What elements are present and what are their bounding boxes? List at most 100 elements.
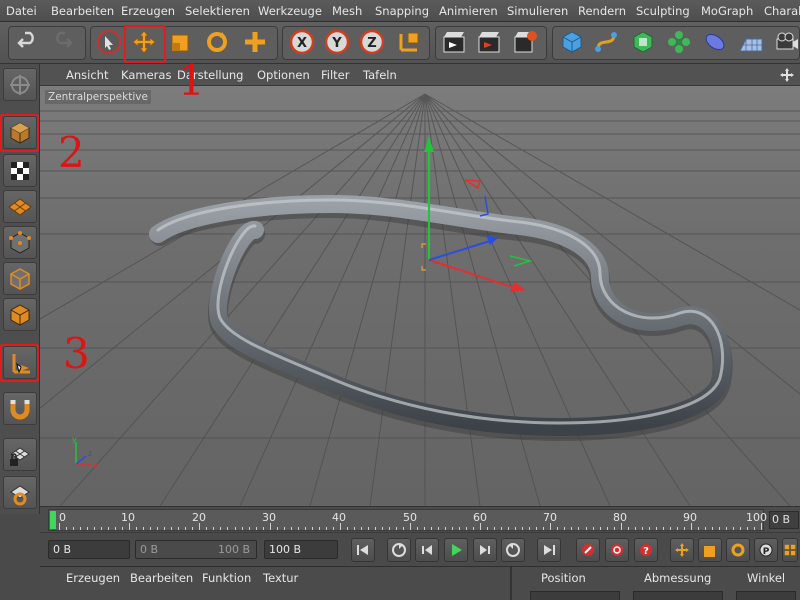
3d-viewport[interactable]: y x z Zentralperspektive: [40, 86, 800, 506]
deformer-icon[interactable]: [700, 27, 730, 57]
menu-rendern[interactable]: Rendern: [578, 4, 626, 18]
menu-bearbeiten[interactable]: Bearbeiten: [51, 4, 114, 18]
material-menu-funktion[interactable]: Funktion: [202, 571, 251, 585]
timeline-playhead[interactable]: [50, 511, 56, 529]
menu-mesh[interactable]: Mesh: [332, 4, 362, 18]
menu-mograph[interactable]: MoGraph: [701, 4, 753, 18]
previous-key-button[interactable]: [387, 538, 411, 562]
workplane-mode-icon[interactable]: [3, 190, 37, 223]
end-frame-field[interactable]: 100 B: [264, 540, 338, 559]
menu-animieren[interactable]: Animieren: [439, 4, 498, 18]
previous-frame-button[interactable]: [415, 538, 439, 562]
floor-icon[interactable]: [736, 27, 766, 57]
x-axis-arrow[interactable]: [510, 282, 526, 292]
svg-text:y: y: [72, 435, 77, 444]
menu-snapping[interactable]: Snapping: [375, 4, 429, 18]
go-to-end-button[interactable]: [537, 538, 561, 562]
material-menu-bearbeiten[interactable]: Bearbeiten: [130, 571, 193, 585]
redo-icon[interactable]: [47, 27, 77, 57]
start-frame-field[interactable]: 0 B: [48, 540, 130, 559]
current-frame-field[interactable]: 0 B: [769, 511, 799, 529]
menu-selektieren[interactable]: Selektieren: [185, 4, 250, 18]
keyframe-selection-button[interactable]: ?: [634, 538, 658, 562]
svg-text:z: z: [88, 449, 92, 458]
render-picture-icon[interactable]: [474, 27, 504, 57]
coord-size-x-field[interactable]: [633, 591, 723, 600]
key-scale-button[interactable]: [698, 538, 722, 562]
timeline-tick: [613, 527, 615, 530]
frame-range-slider[interactable]: 0 B 100 B: [135, 540, 257, 559]
polygons-mode-icon[interactable]: [3, 298, 37, 331]
viewport-menu-optionen[interactable]: Optionen: [257, 68, 310, 82]
timeline-tick: [402, 527, 404, 530]
nurbs-icon[interactable]: [628, 27, 658, 57]
coordinate-system-icon[interactable]: [394, 27, 424, 57]
y-axis-lock-icon[interactable]: Y: [322, 27, 352, 57]
timeline-ruler[interactable]: 0 10 20 30 40 50 60 70 80 90 100: [48, 509, 767, 531]
axis-mode-icon[interactable]: [3, 346, 37, 379]
viewport-menu-kameras[interactable]: Kameras: [121, 68, 171, 82]
rotate-icon[interactable]: [202, 27, 232, 57]
material-menu-erzeugen[interactable]: Erzeugen: [66, 571, 120, 585]
key-parameter-button[interactable]: P: [754, 538, 778, 562]
timeline-tick: [571, 527, 573, 530]
autokey-button[interactable]: [605, 538, 629, 562]
viewport-menu-tafeln[interactable]: Tafeln: [363, 68, 397, 82]
viewport-move-icon[interactable]: [780, 68, 794, 82]
mograph-cloner-icon[interactable]: [664, 27, 694, 57]
transport-bar: 0 B 0 B 100 B 100 B ? P: [40, 532, 800, 566]
main-toolbar: X Y Z: [0, 22, 800, 64]
select-arrow-icon[interactable]: [94, 27, 124, 57]
menu-sculpting[interactable]: Sculpting: [636, 4, 690, 18]
play-button[interactable]: [444, 538, 468, 562]
rotation-handle-red[interactable]: [464, 179, 481, 190]
make-editable-icon[interactable]: [3, 68, 37, 101]
scale-icon[interactable]: [166, 27, 196, 57]
timeline-tick: [388, 527, 390, 530]
timeline-tick: [276, 527, 278, 530]
z-axis-handle[interactable]: [428, 240, 491, 261]
timeline-tick: [459, 527, 461, 530]
z-axis-lock-icon[interactable]: Z: [357, 27, 387, 57]
points-mode-icon[interactable]: [3, 226, 37, 259]
material-menu-textur[interactable]: Textur: [263, 571, 298, 585]
workplane-rotate-icon[interactable]: [3, 476, 37, 509]
camera-icon[interactable]: [772, 27, 800, 57]
timeline-tick: [522, 527, 524, 530]
magnet-snap-icon[interactable]: [3, 392, 37, 425]
viewport-menu-ansicht[interactable]: Ansicht: [66, 68, 108, 82]
move-icon[interactable]: [129, 27, 159, 57]
menu-datei[interactable]: Datei: [6, 4, 37, 18]
render-settings-icon[interactable]: [510, 27, 540, 57]
go-to-start-button[interactable]: [351, 538, 375, 562]
add-axis-icon[interactable]: [240, 27, 270, 57]
range-max-label: 100 B: [217, 543, 250, 556]
spline-icon[interactable]: [592, 27, 622, 57]
next-key-button[interactable]: [501, 538, 525, 562]
timeline-tick: [599, 527, 601, 530]
undo-icon[interactable]: [13, 27, 43, 57]
record-keys-button[interactable]: [576, 538, 600, 562]
timeline-tick: [122, 527, 124, 530]
tick-label: 100: [746, 511, 767, 524]
next-frame-button[interactable]: [473, 538, 497, 562]
texture-mode-icon[interactable]: [3, 154, 37, 187]
menu-erzeugen[interactable]: Erzeugen: [121, 4, 175, 18]
cube-icon[interactable]: [557, 27, 587, 57]
coord-rotation-h-field[interactable]: [736, 591, 796, 600]
key-pla-button[interactable]: [782, 538, 798, 562]
menu-simulieren[interactable]: Simulieren: [507, 4, 568, 18]
viewport-menu-filter[interactable]: Filter: [321, 68, 349, 82]
edges-mode-icon[interactable]: [3, 262, 37, 295]
model-mode-icon[interactable]: [3, 116, 37, 149]
render-view-icon[interactable]: [439, 27, 469, 57]
x-axis-lock-icon[interactable]: X: [287, 27, 317, 57]
locked-workplane-icon[interactable]: [3, 438, 37, 471]
timeline-tick: [199, 523, 201, 530]
rotation-handle-green[interactable]: [509, 255, 533, 267]
key-rotation-button[interactable]: [726, 538, 750, 562]
menu-werkzeuge[interactable]: Werkzeuge: [258, 4, 322, 18]
key-position-button[interactable]: [670, 538, 694, 562]
coord-position-x-field[interactable]: [530, 591, 620, 600]
menu-charakter[interactable]: Charak: [764, 4, 800, 18]
